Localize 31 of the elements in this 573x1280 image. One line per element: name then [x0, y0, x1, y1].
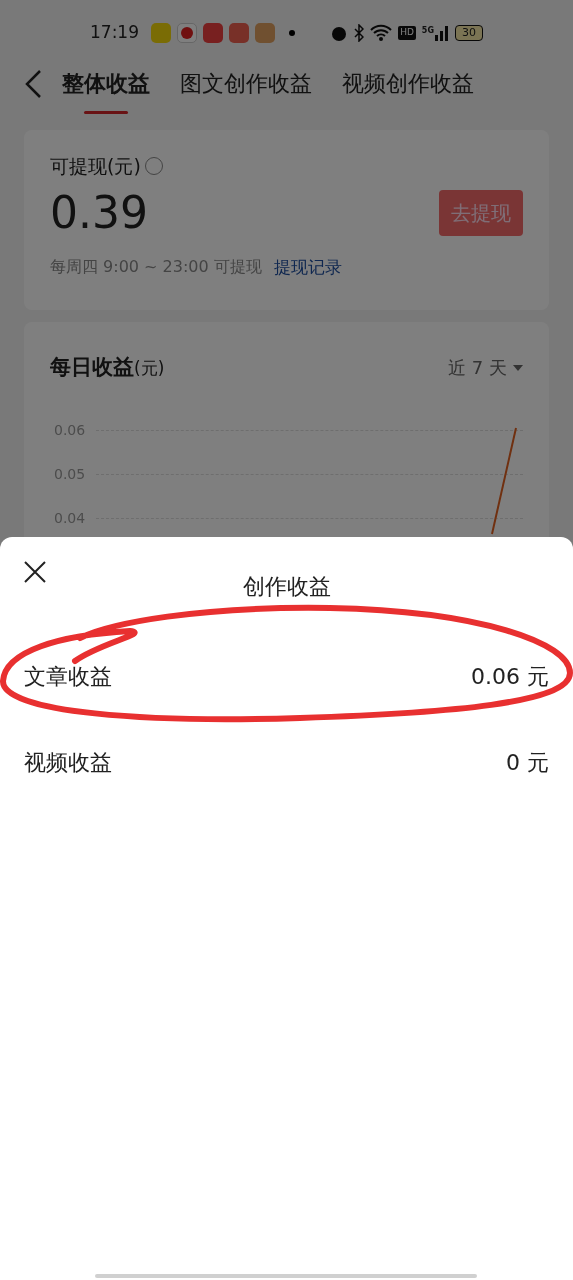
- withdraw-schedule: 每周四 9:00 ~ 23:00 可提现: [50, 256, 262, 279]
- signal-icon: [435, 25, 449, 41]
- tab[interactable]: 图文创作收益: [180, 66, 312, 102]
- daily-earnings-title: 每日收益: [50, 354, 134, 381]
- wifi-icon: [370, 24, 393, 42]
- range-dropdown[interactable]: 近 7 天: [448, 354, 523, 382]
- earnings-label: 视频收益: [24, 748, 112, 777]
- tab-underline: [84, 110, 128, 114]
- earnings-label: 文章收益: [24, 662, 112, 691]
- earnings-value: 0 元: [506, 748, 549, 777]
- app-icon: [177, 23, 197, 43]
- clock-time: 17:19: [90, 21, 139, 45]
- network-label: 5G: [421, 25, 434, 37]
- unit-label: (元): [134, 358, 165, 380]
- tab[interactable]: 整体收益: [62, 66, 150, 102]
- balance-amount: 0.39: [50, 185, 148, 240]
- close-icon[interactable]: [24, 561, 46, 583]
- withdraw-record-link[interactable]: 提现记录: [273, 254, 342, 280]
- app-icon: [151, 23, 171, 43]
- app-icon: [229, 23, 249, 43]
- hd-badge: HD: [398, 26, 416, 40]
- battery-indicator: 30: [455, 25, 483, 41]
- app-icon: [203, 23, 223, 43]
- tab[interactable]: 视频创作收益: [342, 66, 474, 102]
- sheet-title: 创作收益: [242, 572, 331, 601]
- balance-label: 可提现(元): [50, 154, 141, 179]
- back-icon[interactable]: [24, 69, 42, 99]
- earnings-value: 0.06 元: [471, 662, 549, 691]
- app-icon: [255, 23, 275, 43]
- caret-icon: [513, 364, 523, 371]
- bluetooth-icon: [354, 24, 365, 42]
